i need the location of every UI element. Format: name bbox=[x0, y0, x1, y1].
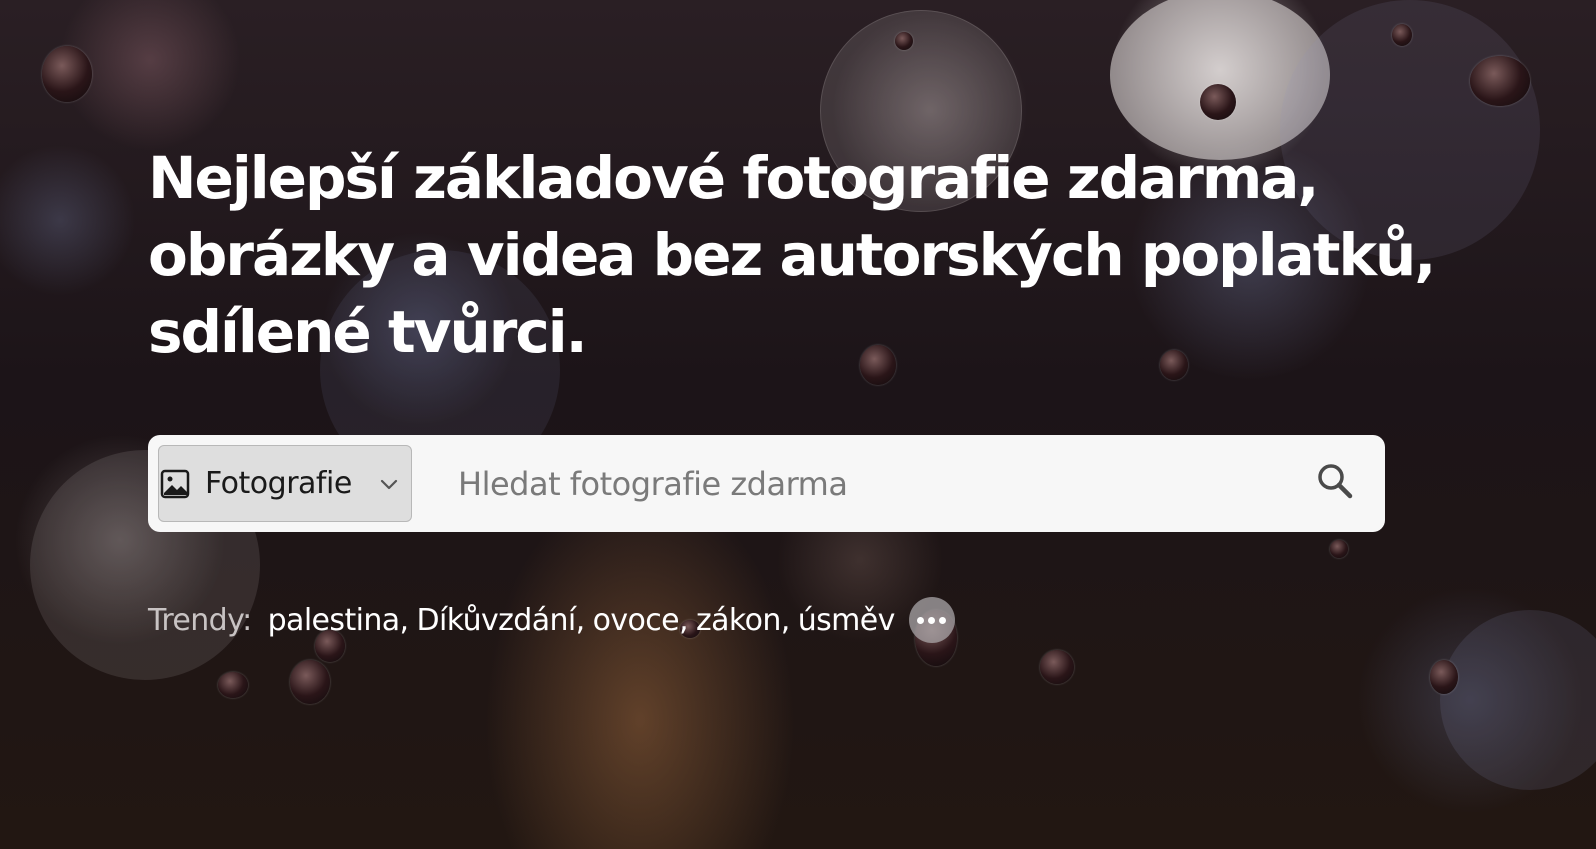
water-drop-decoration bbox=[1430, 660, 1458, 694]
image-icon bbox=[159, 468, 191, 500]
trending-searches: Trendy: palestina, Díkůvzdání, ovoce, zá… bbox=[148, 597, 955, 643]
hero-content: Nejlepší základové fotografie zdarma, ob… bbox=[148, 140, 1448, 371]
search-icon bbox=[1315, 461, 1355, 506]
chevron-down-icon bbox=[377, 472, 401, 496]
media-type-label: Fotografie bbox=[205, 466, 352, 501]
separator: , bbox=[780, 602, 791, 638]
trending-link[interactable]: palestina bbox=[268, 603, 401, 638]
more-trending-button[interactable] bbox=[908, 597, 955, 643]
more-dots-icon bbox=[939, 616, 947, 624]
water-drop-decoration bbox=[1470, 56, 1530, 106]
bokeh-decoration bbox=[1440, 610, 1596, 790]
water-drop-decoration bbox=[1330, 540, 1348, 558]
trending-link[interactable]: Díkůvzdání bbox=[416, 603, 576, 638]
bokeh-decoration bbox=[1110, 0, 1330, 160]
search-bar: Fotografie bbox=[148, 435, 1385, 532]
trending-link[interactable]: úsměv bbox=[798, 603, 896, 638]
more-dots-icon bbox=[928, 616, 936, 624]
water-drop-decoration bbox=[290, 660, 330, 704]
trending-link[interactable]: zákon bbox=[696, 603, 781, 638]
media-type-dropdown[interactable]: Fotografie bbox=[158, 445, 412, 522]
water-drop-decoration bbox=[1200, 84, 1236, 120]
separator: , bbox=[575, 602, 586, 638]
search-button[interactable] bbox=[1313, 461, 1357, 505]
search-input[interactable] bbox=[444, 453, 1284, 515]
trending-link[interactable]: ovoce bbox=[593, 603, 680, 638]
water-drop-decoration bbox=[42, 46, 92, 102]
water-drop-decoration bbox=[1040, 650, 1074, 684]
more-dots-icon bbox=[917, 616, 925, 624]
water-drop-decoration bbox=[895, 32, 913, 50]
trending-label: Trendy: bbox=[148, 602, 252, 638]
separator: , bbox=[399, 602, 410, 638]
water-drop-decoration bbox=[218, 672, 248, 698]
page-title: Nejlepší základové fotografie zdarma, ob… bbox=[148, 144, 1436, 366]
hero-section: Nejlepší základové fotografie zdarma, ob… bbox=[0, 0, 1596, 849]
separator: , bbox=[679, 602, 689, 638]
water-drop-decoration bbox=[1392, 24, 1412, 46]
